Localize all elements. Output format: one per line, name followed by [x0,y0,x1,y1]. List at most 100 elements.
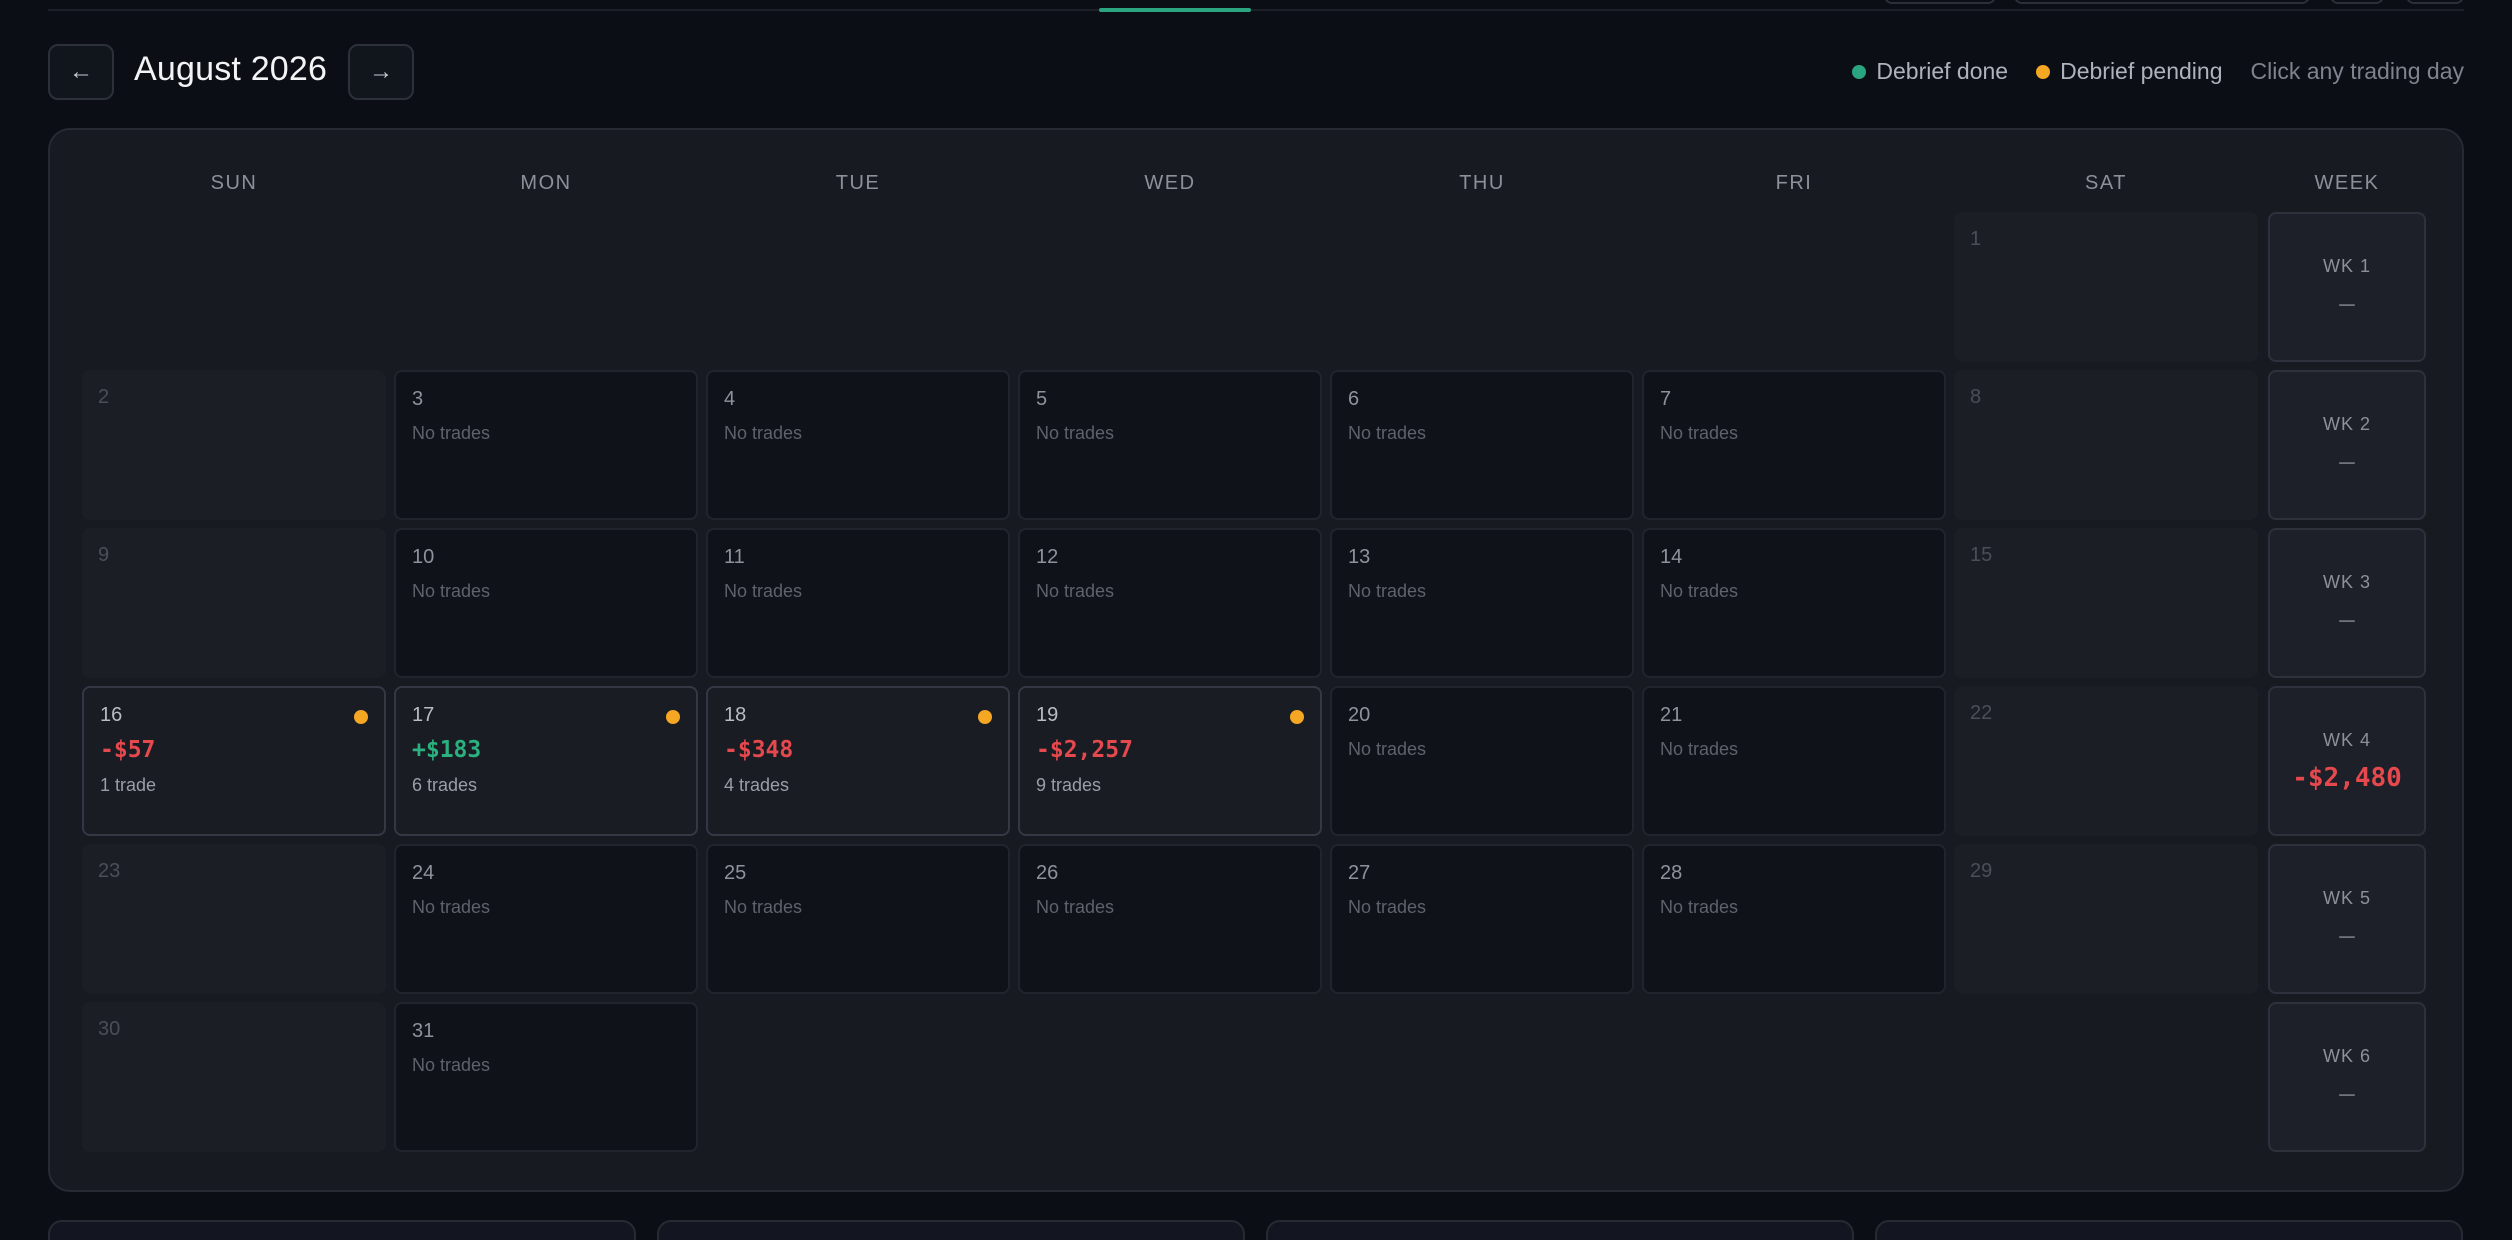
week-summary-2[interactable]: WK 2 — [2268,370,2426,520]
day-header-sun: SUN [210,172,258,194]
day-cell-2: 2 [82,370,386,520]
day-cell-1: 1 [1954,212,2258,362]
day-cell-11[interactable]: 11 No trades [706,528,1010,678]
day-pnl: -$348 [724,737,794,763]
top-control[interactable] [2406,0,2464,4]
day-cell-20[interactable]: 20 No trades [1330,686,1634,836]
day-number: 18 [724,704,747,726]
no-trades-label: No trades [1348,739,1427,759]
day-header-wed: WED [1144,172,1196,194]
week-header: WEEK [2314,172,2380,194]
week-total: — [2339,605,2355,635]
day-cell-21[interactable]: 21 No trades [1642,686,1946,836]
day-number: 21 [1660,704,1683,726]
day-number: 13 [1348,546,1371,568]
debrief-pending-dot-icon [1290,710,1304,724]
day-cell-13[interactable]: 13 No trades [1330,528,1634,678]
day-number: 14 [1660,546,1683,568]
day-number: 19 [1036,704,1059,726]
day-header-sat: SAT [2085,172,2127,194]
top-control[interactable] [2014,0,2310,4]
day-number: 25 [724,862,747,884]
no-trades-label: No trades [1348,897,1427,917]
week-summary-3[interactable]: WK 3 — [2268,528,2426,678]
no-trades-label: No trades [1660,897,1739,917]
day-pnl: -$2,257 [1036,737,1133,763]
top-tab-strip [48,8,2464,12]
day-cell-19[interactable]: 19 -$2,257 9 trades [1018,686,1322,836]
day-cell-18[interactable]: 18 -$348 4 trades [706,686,1010,836]
day-number: 24 [412,862,435,884]
day-cell-17[interactable]: 17 +$183 6 trades [394,686,698,836]
day-number: 6 [1348,388,1360,410]
no-trades-label: No trades [724,581,803,601]
day-cell-16[interactable]: 16 -$57 1 trade [82,686,386,836]
day-number: 16 [100,704,123,726]
week-label: WK 2 [2322,414,2371,434]
week-summary-6[interactable]: WK 6 — [2268,1002,2426,1152]
no-trades-label: No trades [1036,897,1115,917]
day-number: 9 [98,544,110,566]
day-number: 12 [1036,546,1059,568]
day-cell-8: 8 [1954,370,2258,520]
day-number: 23 [98,860,121,882]
week-label: WK 6 [2322,1046,2371,1066]
day-number: 1 [1970,228,1982,250]
summary-card [657,1220,1245,1240]
week-label: WK 3 [2322,572,2371,592]
week-summary-5[interactable]: WK 5 — [2268,844,2426,994]
legend: Debrief done Debrief pending Click any t… [1852,58,2464,85]
month-title: August 2026 [134,50,328,88]
active-tab-indicator [1099,8,1251,12]
day-cell-7[interactable]: 7 No trades [1642,370,1946,520]
no-trades-label: No trades [1660,581,1739,601]
prev-month-button[interactable]: ← [48,44,114,100]
no-trades-label: No trades [1348,581,1427,601]
summary-card [1875,1220,2463,1240]
day-number: 4 [724,388,736,410]
day-cell-12[interactable]: 12 No trades [1018,528,1322,678]
day-cell-24[interactable]: 24 No trades [394,844,698,994]
day-number: 28 [1660,862,1683,884]
week-summary-1[interactable]: WK 1 — [2268,212,2426,362]
trade-count: 6 trades [412,775,478,795]
next-month-button[interactable]: → [348,44,414,100]
debrief-pending-dot-icon [354,710,368,724]
week-label: WK 4 [2322,730,2371,750]
week-summary-4[interactable]: WK 4 -$2,480 [2268,686,2426,836]
day-number: 22 [1970,702,1993,724]
day-cell-31[interactable]: 31 No trades [394,1002,698,1152]
top-control[interactable] [1884,0,1996,4]
day-header-tue: TUE [835,172,881,194]
day-cell-3[interactable]: 3 No trades [394,370,698,520]
summary-card [48,1220,636,1240]
day-cell-26[interactable]: 26 No trades [1018,844,1322,994]
day-number: 17 [412,704,435,726]
day-cell-6[interactable]: 6 No trades [1330,370,1634,520]
day-cell-10[interactable]: 10 No trades [394,528,698,678]
no-trades-label: No trades [724,897,803,917]
day-pnl: +$183 [412,737,482,763]
day-cell-25[interactable]: 25 No trades [706,844,1010,994]
week-total: -$2,480 [2292,763,2402,793]
summary-card [1266,1220,1854,1240]
day-cell-14[interactable]: 14 No trades [1642,528,1946,678]
day-cell-27[interactable]: 27 No trades [1330,844,1634,994]
day-number: 5 [1036,388,1048,410]
no-trades-label: No trades [1660,423,1739,443]
no-trades-label: No trades [412,897,491,917]
week-total: — [2339,921,2355,951]
day-number: 8 [1970,386,1982,408]
day-cell-28[interactable]: 28 No trades [1642,844,1946,994]
no-trades-label: No trades [412,581,491,601]
day-cell-29: 29 [1954,844,2258,994]
no-trades-label: No trades [412,423,491,443]
day-number: 30 [98,1018,121,1040]
top-control[interactable] [2330,0,2384,4]
day-cell-4[interactable]: 4 No trades [706,370,1010,520]
day-number: 2 [98,386,110,408]
day-cell-5[interactable]: 5 No trades [1018,370,1322,520]
day-pnl: -$57 [100,737,156,763]
no-trades-label: No trades [1660,739,1739,759]
day-number: 7 [1660,388,1672,410]
